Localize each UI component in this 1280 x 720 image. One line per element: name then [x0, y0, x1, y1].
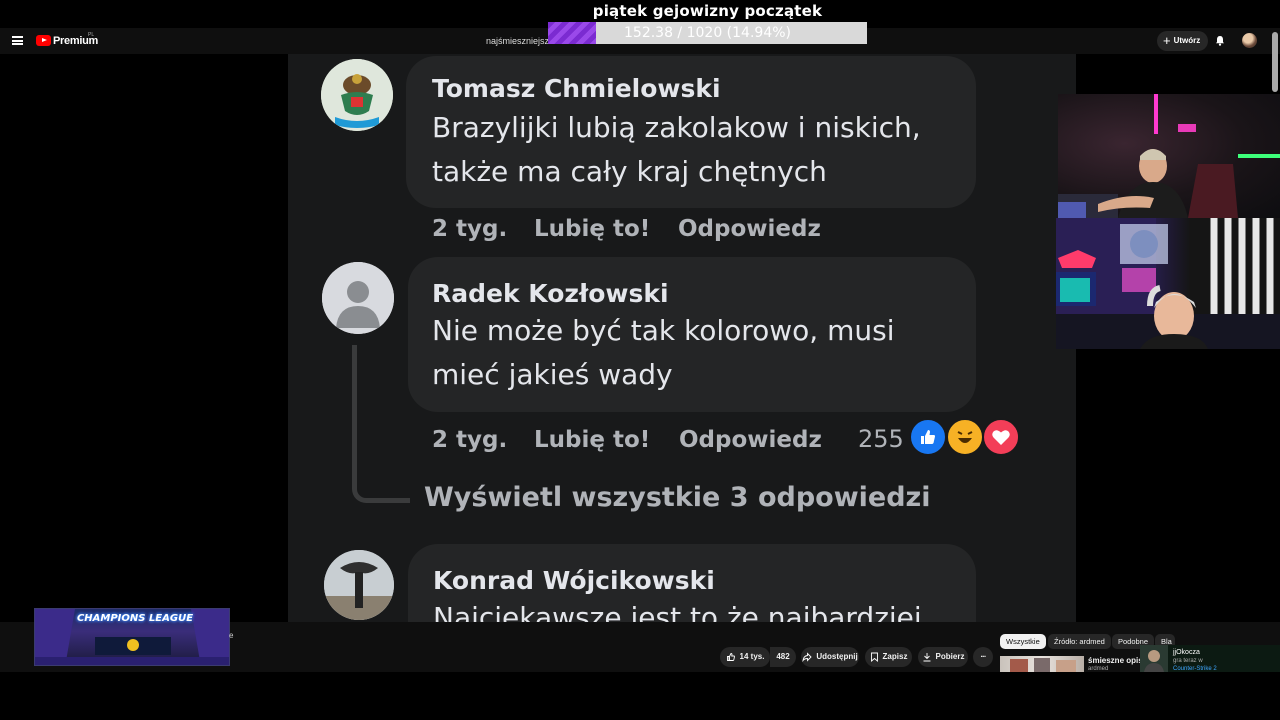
comment-text-line: Brazylijki lubią zakolakow i niskich,: [432, 111, 921, 144]
thumbs-up-icon: [726, 653, 735, 661]
like-link[interactable]: Lubię to!: [534, 427, 650, 453]
profile-photo-icon: [324, 550, 394, 620]
comment-avatar: [321, 59, 393, 131]
dislike-count: 482: [776, 652, 790, 661]
reaction-count[interactable]: 255: [858, 425, 904, 453]
comment-text-line: Nie może być tak kolorowo, musi: [432, 314, 895, 347]
chip-all[interactable]: Wszystkie: [1000, 634, 1046, 649]
recommended-channel: ardmed: [1088, 666, 1109, 672]
hamburger-menu-icon[interactable]: [12, 36, 23, 45]
webcam-top: [1058, 94, 1280, 218]
goal-progress-text: 152.38 / 1020 (14.94%): [624, 25, 791, 41]
goal-progress-bar: 152.38 / 1020 (14.94%): [548, 22, 867, 44]
comment-time: 2 tyg.: [432, 216, 508, 242]
save-button[interactable]: Zapisz: [865, 647, 912, 667]
youtube-logo-icon[interactable]: [36, 35, 51, 46]
comment-author[interactable]: Tomasz Chmielowski: [432, 74, 721, 103]
page-scrollbar[interactable]: [1272, 32, 1278, 92]
like-link[interactable]: Lubię to!: [534, 216, 650, 242]
thumbnail-text-fragment: e: [229, 631, 234, 640]
comment-text-line: mieć jakieś wady: [432, 358, 673, 391]
stream-goal-title: piątek gejowizny początek: [592, 2, 823, 20]
bell-icon[interactable]: [1215, 35, 1225, 46]
more-actions-button[interactable]: ···: [973, 647, 993, 667]
create-button[interactable]: + Utwórz: [1157, 31, 1209, 51]
share-button[interactable]: Udostępnij: [801, 647, 859, 667]
webcam-bottom: [1056, 218, 1280, 349]
comment-avatar: [322, 262, 394, 334]
recommended-thumbnail[interactable]: [1000, 656, 1084, 672]
download-label: Pobierz: [935, 652, 965, 661]
view-replies-link[interactable]: Wyświetl wszystkie 3 odpowiedzi: [424, 482, 931, 513]
recommended-title[interactable]: śmieszne opisy: [1088, 656, 1147, 665]
plus-icon: +: [1163, 33, 1171, 48]
comment-text-line: Najciekawsze jest to że najbardziej: [433, 601, 922, 622]
reply-thread-line: [352, 345, 410, 503]
thumbnail-title: CHAMPIONS LEAGUE: [76, 613, 194, 624]
more-icon: ···: [980, 652, 987, 661]
love-reaction-icon: [982, 418, 1020, 456]
comment-text-line: także ma cały kraj chętnych: [432, 155, 827, 188]
comment-time: 2 tyg.: [432, 427, 508, 453]
save-label: Zapisz: [882, 652, 908, 661]
search-input[interactable]: najśmieszniejsze: [486, 36, 554, 46]
like-count: 14 tys.: [739, 652, 765, 661]
stream-thumbnail[interactable]: CHAMPIONS LEAGUE: [34, 608, 230, 666]
download-button[interactable]: Pobierz: [918, 647, 968, 667]
comment-avatar: [324, 550, 394, 620]
create-button-label: Utwórz: [1173, 36, 1201, 45]
share-label: Udostępnij: [816, 652, 858, 661]
user-avatar[interactable]: [1242, 33, 1257, 48]
live-channel-name: jjOkocza: [1173, 649, 1200, 656]
comment-author[interactable]: Radek Kozłowski: [432, 279, 669, 308]
comment-author[interactable]: Konrad Wójcikowski: [433, 566, 715, 595]
video-player[interactable]: Tomasz Chmielowski Brazylijki lubią zako…: [288, 54, 1076, 622]
reply-link[interactable]: Odpowiedz: [679, 427, 822, 453]
haha-reaction-icon: [946, 418, 984, 456]
chip-source[interactable]: Źródło: ardmed: [1048, 634, 1111, 649]
live-avatar: [1140, 645, 1168, 672]
coat-of-arms-icon: [321, 59, 393, 131]
like-reaction-icon: [909, 418, 947, 456]
region-code: PL: [88, 32, 95, 38]
share-icon: [802, 652, 812, 662]
default-profile-icon: [322, 262, 394, 334]
like-button[interactable]: 14 tys.: [720, 647, 770, 667]
download-icon: [923, 653, 931, 662]
dislike-button[interactable]: 482: [770, 647, 796, 667]
reply-link[interactable]: Odpowiedz: [678, 216, 821, 242]
live-game: Counter-Strike 2: [1173, 666, 1217, 672]
live-status: gra teraz w: [1173, 658, 1203, 664]
bookmark-icon: [870, 652, 878, 662]
